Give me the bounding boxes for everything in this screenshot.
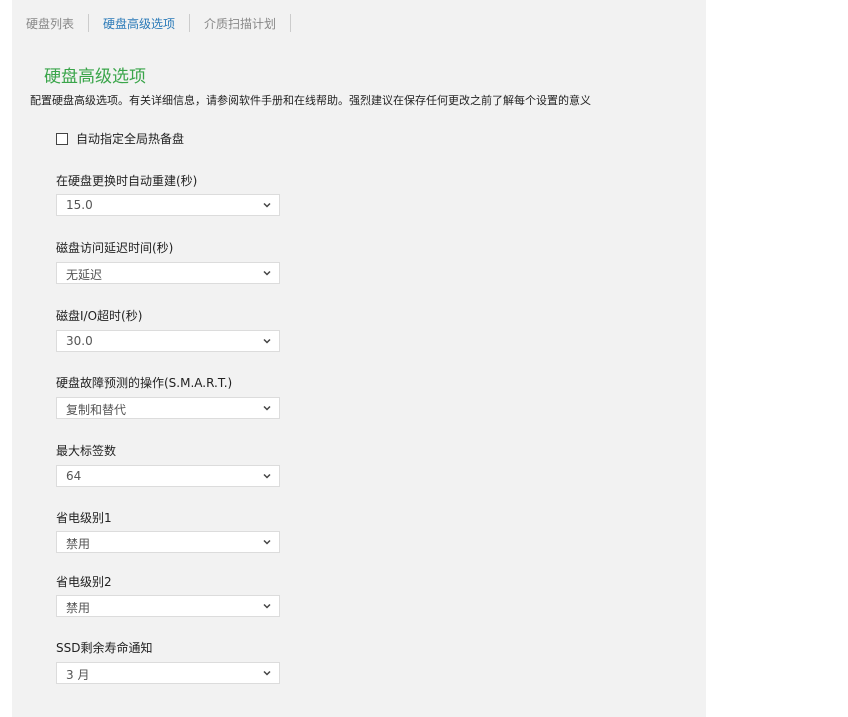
- page-description: 配置硬盘高级选项。有关详细信息，请参阅软件手册和在线帮助。强烈建议在保存任何更改…: [30, 94, 591, 107]
- global-hot-spare-option[interactable]: 自动指定全局热备盘: [56, 130, 184, 147]
- disk-access-delay-label: 磁盘访问延迟时间(秒): [56, 241, 174, 255]
- tab-disk-advanced-options[interactable]: 硬盘高级选项: [103, 15, 175, 32]
- power-level-1-select[interactable]: 禁用: [56, 531, 280, 553]
- power-level-2-value: 禁用: [66, 601, 91, 615]
- chevron-down-icon: [263, 670, 271, 676]
- tab-divider: [88, 14, 90, 32]
- smart-action-select[interactable]: 复制和替代: [56, 397, 280, 419]
- chevron-down-icon: [263, 202, 271, 208]
- global-hot-spare-checkbox[interactable]: [56, 132, 68, 145]
- max-tags-label: 最大标签数: [56, 444, 117, 458]
- power-level-2-label: 省电级别2: [56, 575, 112, 589]
- power-level-1-label: 省电级别1: [56, 511, 112, 525]
- auto-rebuild-select[interactable]: 15.0: [56, 194, 280, 216]
- chevron-down-icon: [263, 270, 271, 276]
- ssd-life-notice-select[interactable]: 3 月: [56, 662, 280, 684]
- ssd-life-notice-value: 3 月: [66, 668, 90, 682]
- auto-rebuild-label: 在硬盘更换时自动重建(秒): [56, 174, 198, 188]
- max-tags-value: 64: [66, 469, 82, 483]
- tab-bar: 硬盘列表 硬盘高级选项 介质扫描计划: [26, 12, 305, 34]
- global-hot-spare-label: 自动指定全局热备盘: [76, 132, 185, 146]
- power-level-2-select[interactable]: 禁用: [56, 595, 280, 617]
- chevron-down-icon: [263, 603, 271, 609]
- disk-io-timeout-value: 30.0: [66, 334, 93, 348]
- tab-divider: [189, 14, 191, 32]
- chevron-down-icon: [263, 338, 271, 344]
- disk-access-delay-value: 无延迟: [66, 268, 103, 282]
- page-title: 硬盘高级选项: [44, 67, 146, 87]
- tab-divider: [290, 14, 292, 32]
- power-level-1-value: 禁用: [66, 537, 91, 551]
- chevron-down-icon: [263, 539, 271, 545]
- disk-io-timeout-label: 磁盘I/O超时(秒): [56, 309, 143, 323]
- disk-io-timeout-select[interactable]: 30.0: [56, 330, 280, 352]
- auto-rebuild-value: 15.0: [66, 198, 93, 212]
- tab-disk-list[interactable]: 硬盘列表: [26, 15, 74, 32]
- settings-panel: 硬盘列表 硬盘高级选项 介质扫描计划 硬盘高级选项 配置硬盘高级选项。有关详细信…: [12, 0, 706, 717]
- smart-action-value: 复制和替代: [66, 403, 127, 417]
- chevron-down-icon: [263, 473, 271, 479]
- smart-action-label: 硬盘故障预测的操作(S.M.A.R.T.): [56, 376, 233, 390]
- chevron-down-icon: [263, 405, 271, 411]
- ssd-life-notice-label: SSD剩余寿命通知: [56, 641, 153, 655]
- tab-media-scan-schedule[interactable]: 介质扫描计划: [204, 15, 276, 32]
- max-tags-select[interactable]: 64: [56, 465, 280, 487]
- disk-access-delay-select[interactable]: 无延迟: [56, 262, 280, 284]
